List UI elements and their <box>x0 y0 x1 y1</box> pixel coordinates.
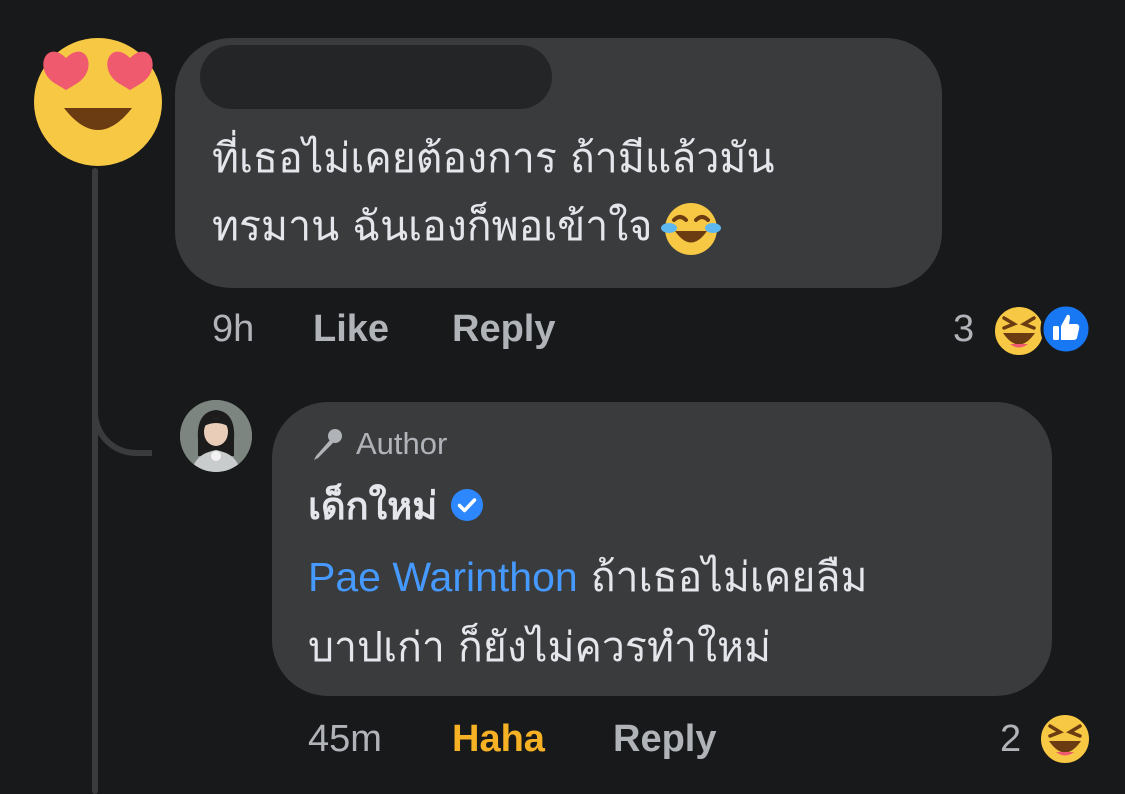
thread-connector-line <box>92 168 98 794</box>
reaction-count[interactable]: 2 <box>1000 718 1021 761</box>
comment-text-line: ที่เธอไม่เคยต้องการ ถ้ามีแล้วมัน <box>212 134 775 182</box>
microphone-icon <box>314 429 342 460</box>
reply-text: Pae Warinthon ถ้าเธอไม่เคยลืม บาปเก่า ก็… <box>308 542 1028 682</box>
thread-connector-curve <box>92 360 152 456</box>
author-name-text[interactable]: เด็กใหม่ <box>308 475 437 536</box>
reply-button[interactable]: Reply <box>613 718 716 761</box>
author-badge-label: Author <box>356 426 448 461</box>
verified-badge-icon <box>451 489 484 521</box>
reaction-count[interactable]: 3 <box>953 308 974 351</box>
laughing-emoji-icon[interactable] <box>1038 712 1092 766</box>
comment-text-line: ทรมาน ฉันเองก็พอเข้าใจ <box>212 202 653 250</box>
reply-timestamp: 45m <box>308 718 382 760</box>
reply-button[interactable]: Reply <box>452 308 555 351</box>
haha-reaction-button[interactable]: Haha <box>452 718 545 761</box>
heart-eyes-emoji-icon[interactable] <box>28 30 168 170</box>
like-thumb-icon[interactable] <box>1040 303 1092 355</box>
reply-author-avatar[interactable] <box>180 400 252 472</box>
comment-timestamp: 9h <box>212 308 255 350</box>
reply-text-segment: ถ้าเธอไม่เคยลืม <box>577 553 868 601</box>
laughing-emoji-icon[interactable] <box>992 304 1046 358</box>
reply-author-name[interactable]: เด็กใหม่ <box>308 478 485 532</box>
comment-text: ที่เธอไม่เคยต้องการ ถ้ามีแล้วมัน ทรมาน ฉ… <box>212 124 932 260</box>
redacted-author-name <box>200 45 552 109</box>
mention-link[interactable]: Pae Warinthon <box>308 554 578 600</box>
tears-of-joy-emoji-icon <box>661 203 722 255</box>
author-badge: Author <box>308 424 447 464</box>
reply-text-line: บาปเก่า ก็ยังไม่ควรทำใหม่ <box>308 623 772 671</box>
like-button[interactable]: Like <box>313 308 389 351</box>
